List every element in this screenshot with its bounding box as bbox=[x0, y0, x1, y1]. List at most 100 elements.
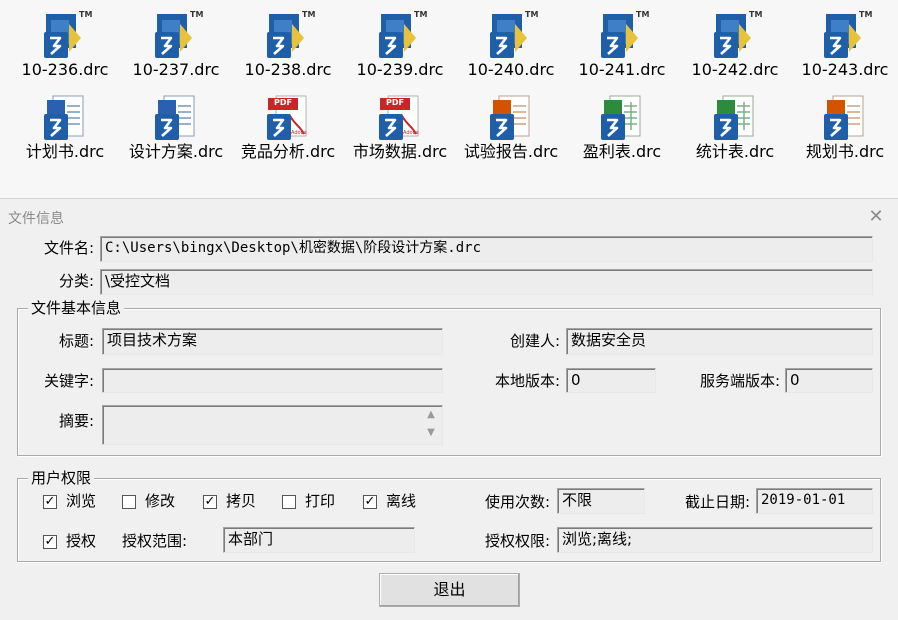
deadline-field[interactable]: 2019-01-01 bbox=[756, 488, 873, 514]
auth-rights-field[interactable]: 浏览;离线; bbox=[557, 527, 873, 553]
file-name: 试验报告.drc bbox=[463, 142, 559, 161]
creator-field[interactable]: 数据安全员 bbox=[566, 328, 873, 355]
trademark-text: TM bbox=[749, 10, 763, 19]
local-version-label: 本地版本: bbox=[494, 372, 560, 390]
file-item[interactable]: 设计方案.drc bbox=[120, 94, 232, 176]
file-name: 10-242.drc bbox=[691, 60, 779, 79]
scope-field[interactable]: 本部门 bbox=[223, 527, 415, 553]
file-item[interactable]: TM 10-238.drc bbox=[232, 10, 344, 94]
file-item[interactable]: 计划书.drc bbox=[9, 94, 121, 176]
authorize-checkbox[interactable]: ✓ bbox=[43, 535, 57, 549]
trademark-text: TM bbox=[190, 10, 204, 19]
pdf-badge-text: PDF bbox=[386, 98, 404, 107]
file-item[interactable]: PDF Adobe 市场数据.drc bbox=[344, 94, 456, 176]
pdf-badge-text: PDF bbox=[274, 98, 292, 107]
file-name: 计划书.drc bbox=[25, 142, 105, 161]
excel-drc-file-icon bbox=[598, 94, 646, 142]
file-name: 10-239.drc bbox=[356, 60, 444, 79]
print-checkbox[interactable] bbox=[282, 495, 296, 509]
file-name: 10-243.drc bbox=[801, 60, 889, 79]
offline-checkbox[interactable]: ✓ bbox=[363, 495, 377, 509]
trademark-text: TM bbox=[79, 10, 93, 19]
summary-field[interactable] bbox=[102, 405, 443, 445]
copy-checkbox[interactable]: ✓ bbox=[203, 495, 217, 509]
pdf-drc-file-icon: PDF Adobe bbox=[376, 94, 424, 142]
file-name: 盈利表.drc bbox=[582, 142, 662, 161]
drc-file-icon: TM bbox=[821, 10, 873, 60]
filename-field[interactable]: C:\Users\bingx\Desktop\机密数据\阶段设计方案.drc bbox=[100, 236, 873, 262]
trademark-text: TM bbox=[414, 10, 428, 19]
drc-file-icon: TM bbox=[487, 10, 539, 60]
ppt-drc-file-icon bbox=[821, 94, 869, 142]
deadline-label: 截止日期: bbox=[684, 493, 750, 511]
file-item[interactable]: 统计表.drc bbox=[679, 94, 791, 176]
desktop-file-area: TM 10-236.drc TM 10-237.drc TM 10-238.drc TM 10… bbox=[0, 0, 898, 198]
print-label: 打印 bbox=[305, 492, 336, 510]
file-name: 设计方案.drc bbox=[128, 142, 224, 161]
trademark-text: TM bbox=[859, 10, 873, 19]
excel-drc-file-icon bbox=[711, 94, 759, 142]
authorize-label: 授权 bbox=[66, 532, 97, 550]
modify-checkbox[interactable] bbox=[122, 495, 136, 509]
scroll-up-icon[interactable]: ▲ bbox=[424, 409, 438, 421]
file-item[interactable]: TM 10-242.drc bbox=[679, 10, 791, 94]
trademark-text: TM bbox=[636, 10, 650, 19]
ppt-drc-file-icon bbox=[487, 94, 535, 142]
drc-file-icon: TM bbox=[41, 10, 93, 60]
keywords-field[interactable] bbox=[102, 368, 443, 393]
file-item[interactable]: TM 10-243.drc bbox=[789, 10, 898, 94]
category-label: 分类: bbox=[58, 272, 94, 290]
exit-button[interactable]: 退出 bbox=[379, 573, 520, 607]
drc-file-icon: TM bbox=[152, 10, 204, 60]
word-drc-file-icon bbox=[152, 94, 200, 142]
file-name: 规划书.drc bbox=[805, 142, 885, 161]
permissions-title: 用户权限 bbox=[28, 467, 95, 489]
close-icon[interactable]: ✕ bbox=[866, 208, 886, 228]
drc-file-icon: TM bbox=[376, 10, 428, 60]
modify-label: 修改 bbox=[145, 492, 176, 510]
copy-label: 拷贝 bbox=[226, 492, 257, 510]
scroll-down-icon[interactable]: ▼ bbox=[424, 427, 438, 439]
file-name: 10-236.drc bbox=[21, 60, 109, 79]
drc-file-icon: TM bbox=[264, 10, 316, 60]
browse-checkbox[interactable]: ✓ bbox=[43, 495, 57, 509]
title-label: 标题: bbox=[58, 332, 94, 350]
file-item[interactable]: TM 10-240.drc bbox=[455, 10, 567, 94]
adobe-text: Adobe bbox=[403, 130, 419, 136]
file-name: 10-238.drc bbox=[244, 60, 332, 79]
usage-count-label: 使用次数: bbox=[484, 493, 550, 511]
file-name: 10-237.drc bbox=[132, 60, 220, 79]
file-name: 10-240.drc bbox=[467, 60, 555, 79]
file-item[interactable]: TM 10-236.drc bbox=[9, 10, 121, 94]
filename-label: 文件名: bbox=[43, 239, 94, 257]
local-version-field[interactable]: 0 bbox=[566, 368, 656, 393]
file-name: 10-241.drc bbox=[578, 60, 666, 79]
file-item[interactable]: TM 10-237.drc bbox=[120, 10, 232, 94]
word-drc-file-icon bbox=[41, 94, 89, 142]
file-item[interactable]: TM 10-241.drc bbox=[566, 10, 678, 94]
adobe-text: Adobe bbox=[291, 130, 307, 136]
trademark-text: TM bbox=[525, 10, 539, 19]
usage-count-field[interactable]: 不限 bbox=[557, 488, 645, 514]
drc-file-icon: TM bbox=[711, 10, 763, 60]
basic-info-title: 文件基本信息 bbox=[28, 297, 125, 319]
category-field[interactable]: \受控文档 bbox=[100, 269, 873, 295]
summary-label: 摘要: bbox=[58, 412, 94, 430]
server-version-field[interactable]: 0 bbox=[785, 368, 873, 393]
dialog-title: 文件信息 bbox=[8, 211, 64, 227]
scope-label: 授权范围: bbox=[122, 532, 188, 550]
auth-rights-label: 授权权限: bbox=[484, 532, 550, 550]
file-name: 统计表.drc bbox=[695, 142, 775, 161]
file-item[interactable]: 规划书.drc bbox=[789, 94, 898, 176]
drc-file-icon: TM bbox=[598, 10, 650, 60]
trademark-text: TM bbox=[302, 10, 316, 19]
keywords-label: 关键字: bbox=[43, 372, 94, 390]
title-field[interactable]: 项目技术方案 bbox=[102, 328, 443, 355]
file-item[interactable]: TM 10-239.drc bbox=[344, 10, 456, 94]
file-item[interactable]: 试验报告.drc bbox=[455, 94, 567, 176]
file-name: 竞品分析.drc bbox=[240, 142, 336, 161]
file-item[interactable]: PDF Adobe 竞品分析.drc bbox=[232, 94, 344, 176]
server-version-label: 服务端版本: bbox=[699, 372, 780, 390]
browse-label: 浏览 bbox=[66, 492, 97, 510]
file-item[interactable]: 盈利表.drc bbox=[566, 94, 678, 176]
